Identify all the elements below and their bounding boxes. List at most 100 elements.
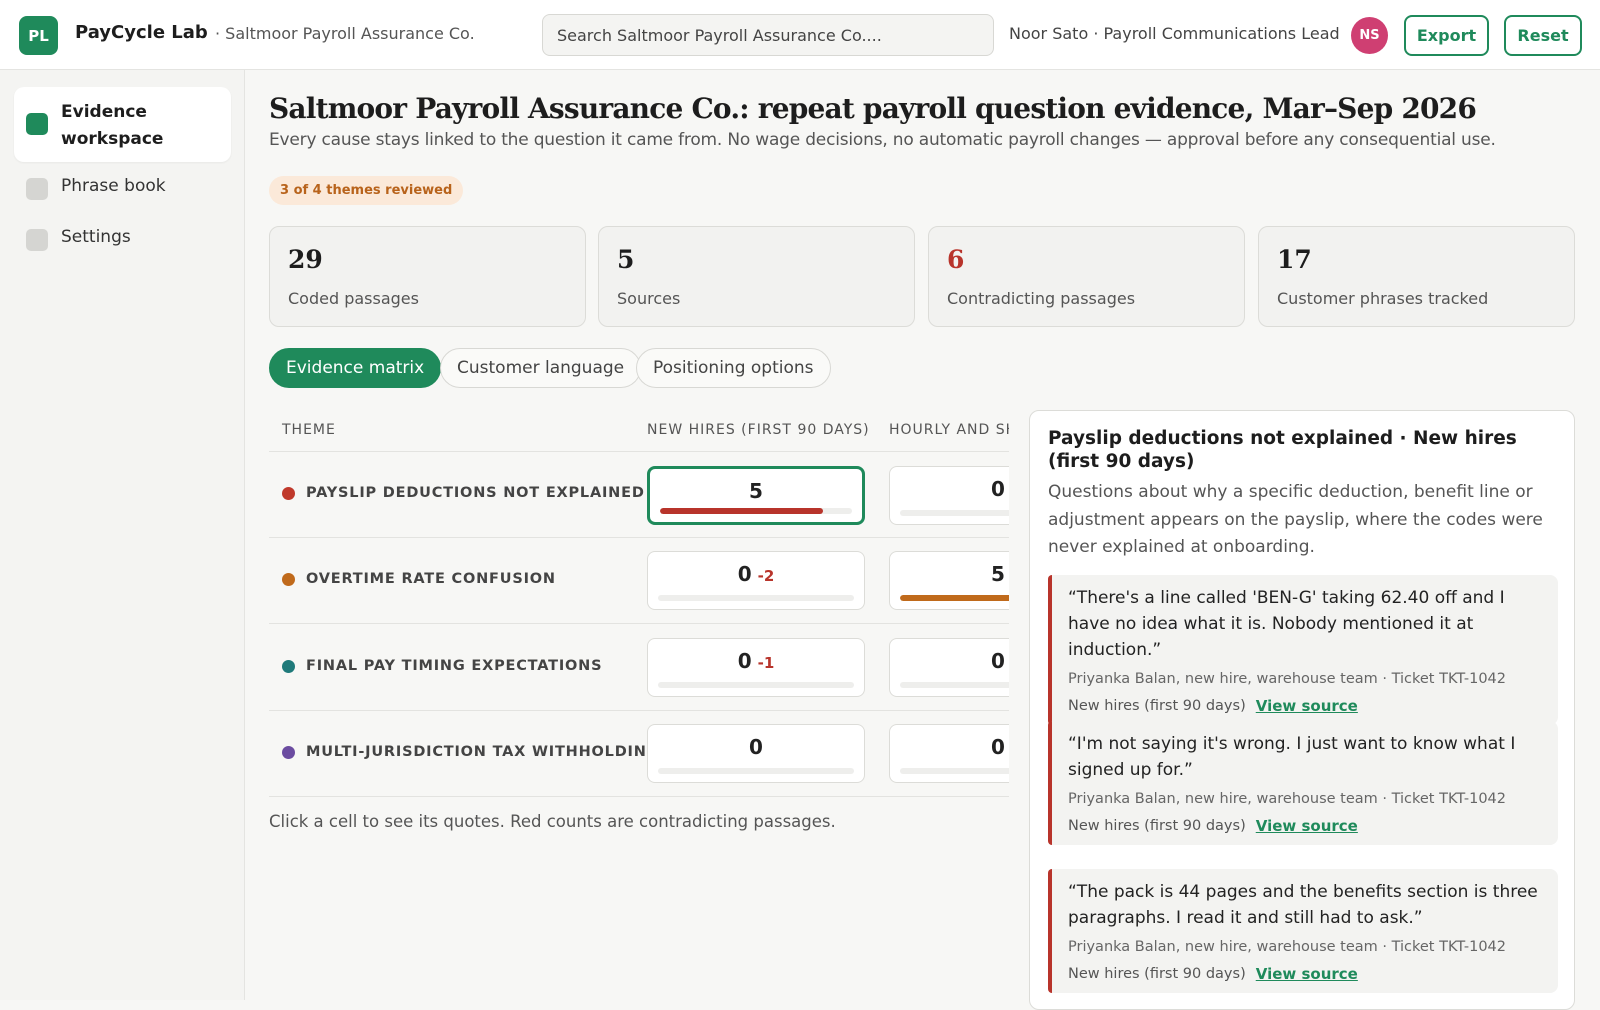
cell-count: 0 -2	[737, 562, 775, 586]
quote-attribution: Priyanka Balan, new hire, warehouse team…	[1068, 791, 1507, 807]
cell-count: 0 -1	[737, 649, 775, 673]
cell-count: 5	[749, 479, 763, 503]
matrix-cell[interactable]: 0	[647, 724, 865, 783]
stat-card-coded-passages: 29 Coded passages	[269, 226, 586, 327]
stat-label: Sources	[617, 289, 681, 308]
top-bar: PL PayCycle Lab · Saltmoor Payroll Assur…	[0, 0, 1600, 70]
theme-color-dot	[282, 486, 295, 500]
cell-bar	[658, 595, 854, 601]
quote-card: “I'm not saying it's wrong. I just want …	[1048, 721, 1558, 845]
cell-count: 0	[991, 735, 1005, 759]
contradiction-count: -2	[757, 567, 775, 585]
settings-icon	[26, 229, 48, 251]
org-name: · Saltmoor Payroll Assurance Co.	[215, 24, 475, 43]
cell-bar	[900, 595, 1009, 601]
tab-customer-language[interactable]: Customer language	[440, 348, 642, 388]
divider	[269, 710, 1009, 711]
divider	[269, 623, 1009, 624]
matrix-hint: Click a cell to see its quotes. Red coun…	[269, 812, 836, 831]
quote-segment: New hires (first 90 days)	[1068, 818, 1246, 834]
app-logo: PL	[19, 16, 58, 55]
table-row-theme: MULTI-JURISDICTION TAX WITHHOLDING	[282, 744, 659, 760]
quote-attribution: Priyanka Balan, new hire, warehouse team…	[1068, 939, 1507, 955]
matrix-cell[interactable]: 0	[889, 466, 1009, 525]
divider	[269, 537, 1009, 538]
cell-bar	[660, 508, 852, 514]
contradiction-count: -1	[757, 654, 775, 672]
matrix-cell[interactable]: 0 -2	[647, 551, 865, 610]
evidence-matrix: THEME NEW HIRES (FIRST 90 DAYS) HOURLY A…	[269, 410, 1009, 800]
theme-label: PAYSLIP DEDUCTIONS NOT EXPLAINED	[306, 485, 645, 501]
matrix-cell[interactable]: 5	[889, 551, 1009, 610]
search-input[interactable]	[542, 14, 994, 56]
quote-text: “I'm not saying it's wrong. I just want …	[1068, 734, 1516, 780]
cell-bar-fill	[660, 508, 824, 514]
quote-segment: New hires (first 90 days)	[1068, 966, 1246, 982]
sidebar-item-settings[interactable]: Settings	[14, 215, 231, 263]
avatar[interactable]: NS	[1351, 17, 1388, 54]
cell-count: 0	[749, 735, 763, 759]
stat-label: Customer phrases tracked	[1277, 289, 1489, 308]
sidebar-item-label: Settings	[61, 227, 131, 247]
cell-bar-fill	[900, 595, 1009, 601]
column-header-theme: THEME	[282, 422, 336, 438]
cell-bar	[900, 768, 1009, 774]
theme-color-dot	[282, 572, 295, 586]
stat-label: Coded passages	[288, 289, 419, 308]
matrix-cell[interactable]: 5	[647, 466, 865, 525]
panel-description: Questions about why a specific deduction…	[1048, 482, 1543, 557]
stat-card-customer-phrases: 17 Customer phrases tracked	[1258, 226, 1575, 327]
quote-card: “The pack is 44 pages and the benefits s…	[1048, 869, 1558, 993]
quote-text: “There's a line called 'BEN-G' taking 62…	[1068, 588, 1505, 660]
reset-button[interactable]: Reset	[1504, 15, 1582, 56]
cell-bar	[900, 510, 1009, 516]
cell-count: 0	[991, 477, 1005, 501]
phrase-book-icon	[26, 178, 48, 200]
theme-label: OVERTIME RATE CONFUSION	[306, 571, 556, 587]
theme-label: FINAL PAY TIMING EXPECTATIONS	[306, 658, 603, 674]
stat-value: 6	[947, 245, 965, 274]
panel-title: Payslip deductions not explained · New h…	[1048, 428, 1517, 472]
sidebar-item-evidence-workspace[interactable]: Evidence workspace	[14, 87, 231, 162]
quote-card: “There's a line called 'BEN-G' taking 62…	[1048, 575, 1558, 725]
stat-value: 17	[1277, 245, 1312, 274]
column-header-hourly-shift: HOURLY AND SHIFT	[889, 422, 1009, 438]
stat-card-contradicting-passages: 6 Contradicting passages	[928, 226, 1245, 327]
sidebar-item-label: Evidence workspace	[61, 102, 164, 149]
app-name: PayCycle Lab	[75, 22, 208, 43]
page-subtitle: Every cause stays linked to the question…	[269, 130, 1496, 150]
cell-bar	[658, 682, 854, 688]
workspace-icon	[26, 113, 48, 135]
tab-evidence-matrix[interactable]: Evidence matrix	[269, 348, 442, 388]
stat-value: 29	[288, 245, 323, 274]
stat-card-sources: 5 Sources	[598, 226, 915, 327]
matrix-cell[interactable]: 0 -1	[647, 638, 865, 697]
view-source-link[interactable]: View source	[1256, 697, 1358, 715]
matrix-cell[interactable]: 0	[889, 638, 1009, 697]
cell-count: 5	[991, 562, 1005, 586]
table-row-theme: FINAL PAY TIMING EXPECTATIONS	[282, 658, 602, 674]
theme-label: MULTI-JURISDICTION TAX WITHHOLDING	[306, 744, 660, 760]
matrix-cell[interactable]: 0	[889, 724, 1009, 783]
column-header-new-hires: NEW HIRES (FIRST 90 DAYS)	[647, 422, 870, 438]
theme-color-dot	[282, 659, 295, 673]
tab-positioning-options[interactable]: Positioning options	[636, 348, 831, 388]
theme-color-dot	[282, 745, 295, 759]
divider	[269, 796, 1009, 797]
cell-bar	[900, 682, 1009, 688]
stat-label: Contradicting passages	[947, 289, 1136, 308]
quote-segment: New hires (first 90 days)	[1068, 698, 1246, 714]
stat-value: 5	[617, 245, 635, 274]
view-source-link[interactable]: View source	[1256, 965, 1358, 983]
user-name: Noor Sato · Payroll Communications Lead	[1009, 24, 1340, 43]
view-source-link[interactable]: View source	[1256, 817, 1358, 835]
review-status-badge: 3 of 4 themes reviewed	[269, 176, 464, 205]
cell-bar	[658, 768, 854, 774]
export-button[interactable]: Export	[1404, 15, 1489, 56]
cell-count: 0	[991, 649, 1005, 673]
quote-text: “The pack is 44 pages and the benefits s…	[1068, 882, 1538, 928]
divider	[269, 451, 1009, 452]
sidebar-item-phrase-book[interactable]: Phrase book	[14, 164, 231, 212]
quote-attribution: Priyanka Balan, new hire, warehouse team…	[1068, 671, 1507, 687]
sidebar: Evidence workspace Phrase book Settings	[0, 70, 245, 1000]
